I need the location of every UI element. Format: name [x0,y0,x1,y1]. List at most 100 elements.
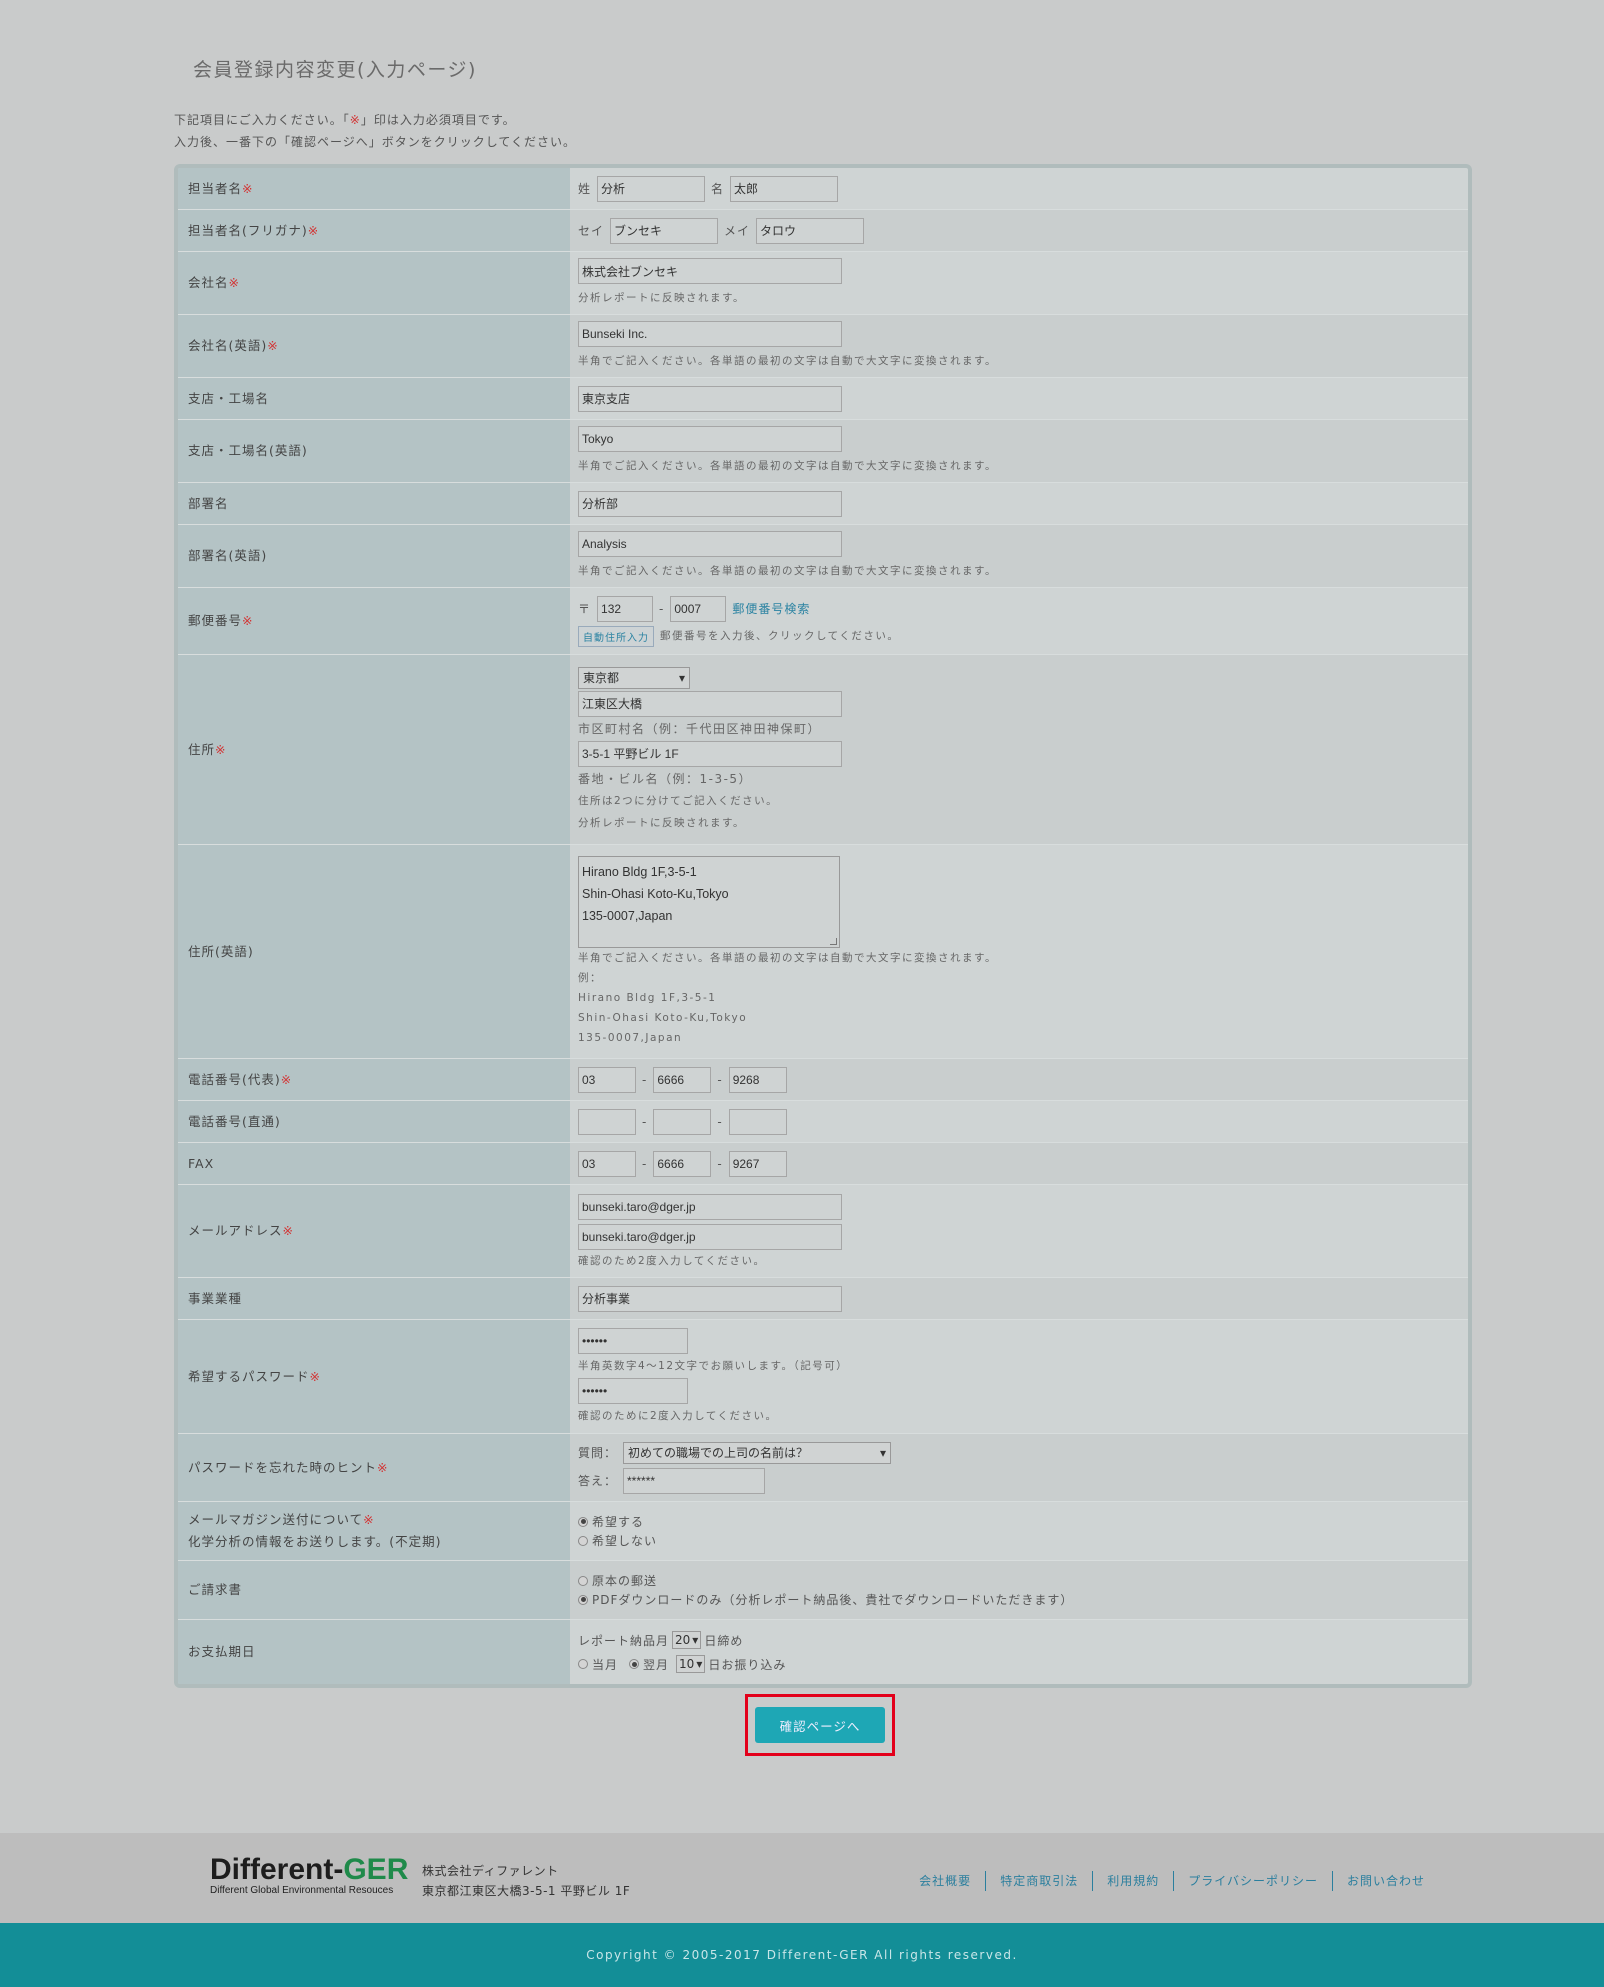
pay-day-select[interactable]: 10 ▾ [676,1655,706,1673]
row-password: 希望するパスワード ※ •••••• 半角英数字4～12文字でお願いします。（記号… [178,1320,1468,1434]
label-company-en: 会社名(英語) ※ [178,315,570,377]
mei-input[interactable]: 太郎 [730,175,839,202]
company-name: 株式会社ディファレント [422,1864,559,1878]
zip-search-link[interactable]: 郵便番号検索 [732,600,810,617]
row-business: 事業業種 分析事業 [178,1278,1468,1320]
tel-direct2-input[interactable] [653,1108,712,1135]
question-select[interactable]: 初めての職場での上司の名前は？ ▾ [623,1441,892,1464]
tel2-input[interactable]: 6666 [653,1066,712,1093]
address-en-textarea[interactable]: Hirano Bldg 1F,3-5-1 Shin-Ohasi Koto-Ku,… [578,855,840,948]
chevron-down-icon: ▾ [879,1445,887,1460]
mailmag-no-radio[interactable]: 希望しない [578,1532,1460,1549]
city-input[interactable]: 江東区大橋 [578,690,842,717]
password-confirm-input[interactable]: •••••• [578,1377,688,1404]
dept-en-note: 半角でご記入ください。各単語の最初の文字は自動で大文字に変換されます。 [578,565,997,577]
address-en-example-2: Shin-Ohasi Koto-Ku,Tokyo [578,1011,748,1024]
email-input[interactable]: bunseki.taro@dger.jp [578,1194,842,1220]
footer-links: 会社概要 特定商取引法 利用規約 プライバシーポリシー お問い合わせ [905,1871,1439,1891]
pay-current-month-radio[interactable]: 当月 [578,1656,618,1673]
address-note-2: 分析レポートに反映されます。 [578,816,745,829]
company-en-note: 半角でご記入ください。各単語の最初の文字は自動で大文字に変換されます。 [578,355,997,367]
email-note: 確認のため2度入力してください。 [578,1255,766,1267]
company-en-input[interactable]: Bunseki Inc. [578,321,842,347]
dept-en-input[interactable]: Analysis [578,531,842,557]
label-mailmag: メールマガジン送付について※ 化学分析の情報をお送りします。(不定期) [178,1502,570,1560]
company-input[interactable]: 株式会社ブンセキ [578,258,842,284]
label-kana: 担当者名(フリガナ) ※ [178,210,570,251]
label-tel-direct: 電話番号(直通) [178,1101,570,1142]
row-dept-en: 部署名(英語) Analysis 半角でご記入ください。各単語の最初の文字は自動… [178,525,1468,588]
row-email: メールアドレス ※ bunseki.taro@dger.jp bunseki.ta… [178,1185,1468,1278]
chevron-down-icon: ▾ [696,1657,703,1671]
branch-input[interactable]: 東京支店 [578,385,842,412]
label-password: 希望するパスワード ※ [178,1320,570,1433]
intro-line1-post: 」印は入力必須項目です。 [360,113,516,127]
payment-pre-label: レポート納品月 [578,1633,670,1648]
sei-kana-input[interactable]: ブンセキ [610,217,719,244]
row-branch-en: 支店・工場名(英語) Tokyo 半角でご記入ください。各単語の最初の文字は自動… [178,420,1468,483]
row-address-en: 住所(英語) Hirano Bldg 1F,3-5-1 Shin-Ohasi K… [178,845,1468,1059]
close-day-select[interactable]: 20 ▾ [672,1631,702,1649]
row-tel-direct: 電話番号(直通) - - [178,1101,1468,1143]
email-confirm-input[interactable]: bunseki.taro@dger.jp [578,1224,842,1250]
row-tel: 電話番号(代表) ※ 03- 6666- 9268 [178,1059,1468,1101]
footer: Different-GER Different Global Environme… [0,1833,1604,1923]
footer-link-contact[interactable]: お問い合わせ [1331,1871,1439,1891]
tel-direct3-input[interactable] [728,1108,787,1135]
invoice-pdf-radio[interactable]: PDFダウンロードのみ（分析レポート納品後、貴社でダウンロードいただきます） [578,1591,1460,1608]
question-label: 質問： [578,1446,618,1460]
label-company: 会社名 ※ [178,252,570,314]
invoice-mail-radio[interactable]: 原本の郵送 [578,1572,1460,1589]
footer-link-terms[interactable]: 利用規約 [1092,1871,1173,1891]
address-en-example-1: Hirano Bldg 1F,3-5-1 [578,991,717,1004]
dept-input[interactable]: 分析部 [578,490,842,517]
password-confirm-note: 確認のために2度入力してください。 [578,1409,778,1422]
chevron-down-icon: ▾ [692,1633,699,1647]
footer-link-commerce-law[interactable]: 特定商取引法 [985,1871,1092,1891]
answer-label: 答え： [578,1474,618,1488]
mei-label: 名 [711,182,725,196]
fax3-input[interactable]: 9267 [728,1150,787,1177]
submit-highlight: 確認ページへ [745,1694,895,1756]
address-en-example-label: 例： [578,971,602,984]
password-input[interactable]: •••••• [578,1327,688,1354]
mei-kana-input[interactable]: タロウ [756,217,865,244]
branch-en-input[interactable]: Tokyo [578,426,842,452]
confirm-page-button[interactable]: 確認ページへ [755,1707,885,1743]
sei-input[interactable]: 分析 [597,175,706,202]
fax2-input[interactable]: 6666 [653,1150,712,1177]
zip-mark: 〒 [578,602,592,616]
tel-direct1-input[interactable] [578,1108,636,1135]
mailmag-yes-radio[interactable]: 希望する [578,1513,1460,1530]
label-tel: 電話番号(代表) ※ [178,1059,570,1100]
prefecture-select[interactable]: 東京都 ▾ [578,666,690,689]
row-kana: 担当者名(フリガナ) ※ セイ ブンセキ メイ タロウ [178,210,1468,252]
row-dept: 部署名 分析部 [178,483,1468,525]
tel1-input[interactable]: 03 [578,1066,636,1093]
footer-link-about[interactable]: 会社概要 [905,1871,985,1891]
label-email: メールアドレス ※ [178,1185,570,1277]
auto-address-button[interactable]: 自動住所入力 [578,625,654,647]
branch-en-note: 半角でご記入ください。各単語の最初の文字は自動で大文字に変換されます。 [578,460,997,472]
answer-input[interactable]: ****** [623,1467,766,1494]
street-input[interactable]: 3-5-1 平野ビル 1F [578,740,842,767]
page-title: 会員登録内容変更(入力ページ) [193,59,477,81]
zip1-input[interactable]: 132 [597,595,654,622]
label-invoice: ご請求書 [178,1561,570,1619]
row-company-en: 会社名(英語) ※ Bunseki Inc. 半角でご記入ください。各単語の最初の… [178,315,1468,378]
zip2-input[interactable]: 0007 [670,595,727,622]
logo[interactable]: Different-GER Different Global Environme… [210,1853,408,1896]
footer-link-privacy[interactable]: プライバシーポリシー [1173,1871,1332,1891]
chevron-down-icon: ▾ [678,670,685,685]
label-zip: 郵便番号 ※ [178,588,570,654]
fax1-input[interactable]: 03 [578,1150,636,1177]
pay-next-month-radio[interactable]: 翌月 [629,1656,669,1673]
row-mailmag: メールマガジン送付について※ 化学分析の情報をお送りします。(不定期) 希望する… [178,1502,1468,1561]
row-payment: お支払期日 レポート納品月 20 ▾ 日締め 当月 翌月 10 ▾ 日お振り込み [178,1620,1468,1684]
sei-kana-label: セイ [578,224,605,238]
row-zip: 郵便番号 ※ 〒 132 - 0007 郵便番号検索 自動住所入力 郵便番号を入力… [178,588,1468,655]
business-input[interactable]: 分析事業 [578,1285,842,1312]
page: 会員登録内容変更(入力ページ) 下記項目にご入力ください。「※」印は入力必須項目… [0,0,1604,1987]
label-branch: 支店・工場名 [178,378,570,419]
tel3-input[interactable]: 9268 [728,1066,787,1093]
